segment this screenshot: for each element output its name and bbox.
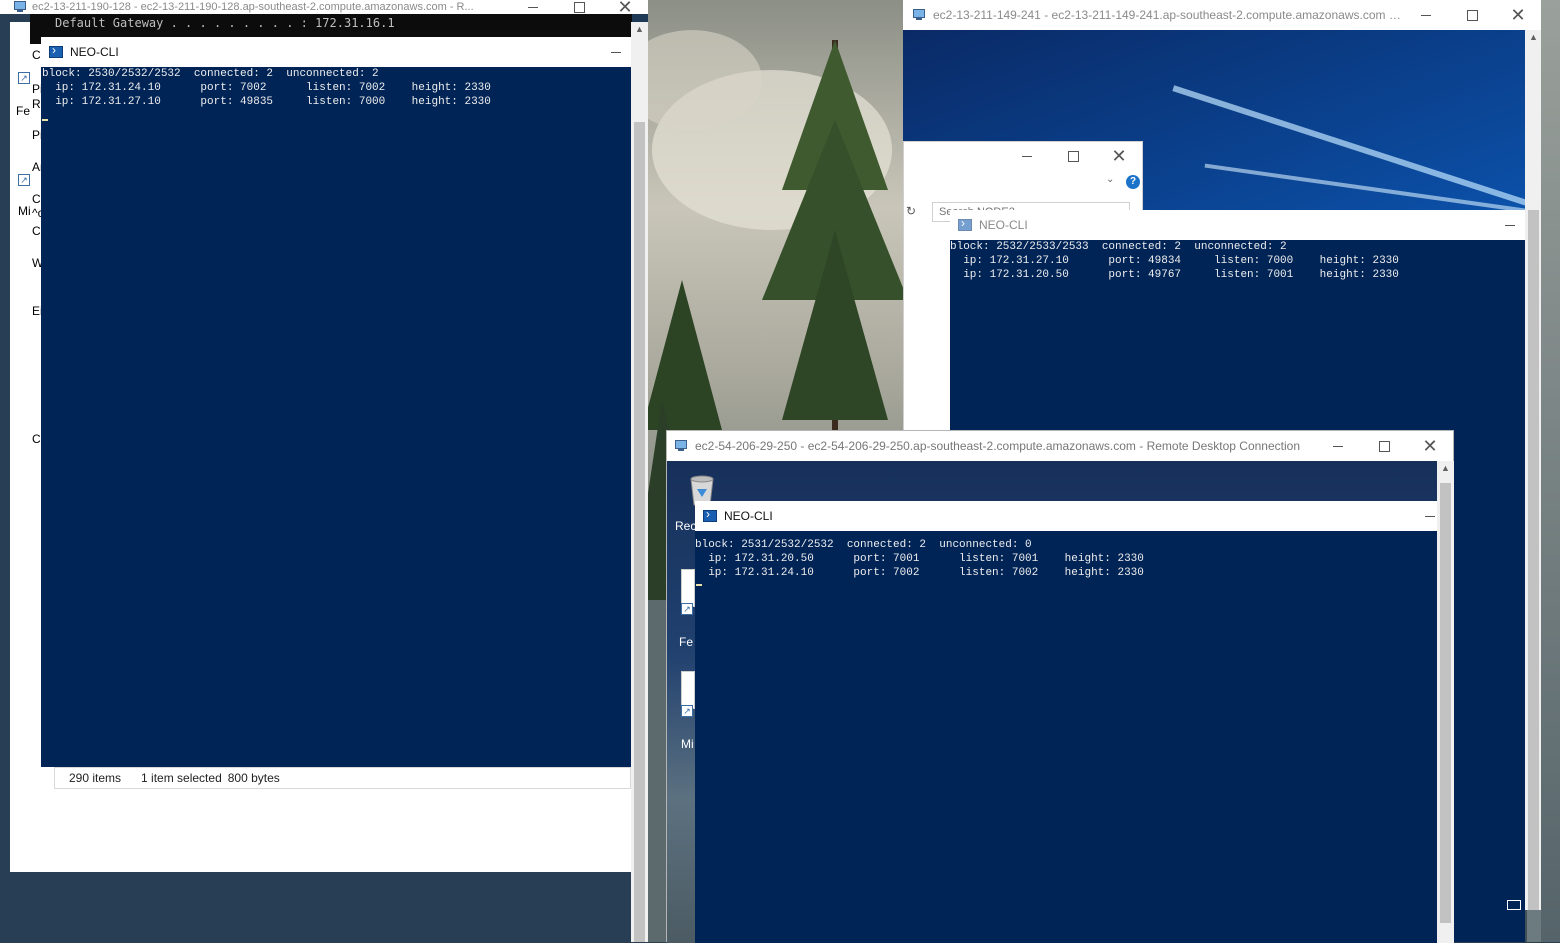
- close-icon[interactable]: ✕: [602, 0, 648, 14]
- neo-cli-window-left[interactable]: NEO-CLI block: 2530/2532/2532 connected:…: [41, 37, 631, 767]
- partial-label: Mi: [18, 204, 31, 218]
- rdp-bottom-title: ec2-54-206-29-250 - ec2-54-206-29-250.ap…: [695, 439, 1300, 453]
- status-item-count: 290 items: [69, 771, 122, 785]
- neo-cli-title-bar[interactable]: NEO-CLI: [950, 210, 1525, 240]
- powershell-icon: [958, 216, 972, 231]
- console-line: block: 2531/2532/2532 connected: 2 uncon…: [695, 539, 1032, 551]
- rdp-left-title-bar[interactable]: ec2-13-211-190-128 - ec2-13-211-190-128.…: [0, 0, 648, 14]
- desktop-label: Fe: [679, 635, 694, 649]
- console-line: ip: 172.31.24.10 port: 7002 listen: 7002…: [695, 567, 1144, 579]
- scroll-up-arrow[interactable]: ▲: [1525, 32, 1542, 42]
- maximize-icon[interactable]: [1449, 0, 1495, 30]
- rdp-bottom-title-bar[interactable]: ec2-54-206-29-250 - ec2-54-206-29-250.ap…: [667, 431, 1453, 461]
- scroll-thumb[interactable]: [634, 122, 645, 942]
- outer-desktop-edge: [1541, 0, 1560, 942]
- console-line: ip: 172.31.20.50 port: 7001 listen: 7001…: [695, 553, 1144, 565]
- minimize-icon[interactable]: [601, 37, 631, 67]
- neo-cli-title: NEO-CLI: [724, 509, 773, 523]
- minimize-icon[interactable]: [1315, 431, 1361, 461]
- shortcut-arrow-icon: ↗: [18, 72, 30, 84]
- rdp-left-scrollbar[interactable]: ▲: [631, 22, 648, 942]
- shortcut-arrow-icon: ↗: [681, 603, 693, 615]
- rdp-window-bottom[interactable]: ec2-54-206-29-250 - ec2-54-206-29-250.ap…: [666, 430, 1454, 943]
- powershell-icon: [703, 507, 717, 522]
- rdp-left-title: ec2-13-211-190-128 - ec2-13-211-190-128.…: [32, 1, 474, 13]
- close-icon[interactable]: ✕: [1495, 0, 1541, 30]
- scroll-up-arrow[interactable]: ▲: [1437, 463, 1454, 473]
- minimize-icon[interactable]: [1403, 0, 1449, 30]
- maximize-icon[interactable]: [1361, 431, 1407, 461]
- desktop-file-icon[interactable]: [681, 671, 695, 709]
- desktop-file-icon[interactable]: [681, 569, 695, 607]
- console-cursor: [42, 119, 48, 121]
- help-icon[interactable]: ?: [1126, 175, 1140, 189]
- explorer-status-bar: 290 items 1 item selected 800 bytes: [54, 767, 631, 789]
- refresh-icon[interactable]: ↻: [906, 204, 916, 218]
- partial-label: C: [32, 432, 41, 446]
- console-cursor: [696, 584, 702, 586]
- scroll-thumb[interactable]: [1440, 483, 1451, 923]
- minimize-icon[interactable]: [1004, 142, 1050, 170]
- chevron-down-icon[interactable]: ⌄: [1106, 174, 1114, 185]
- console-line: ip: 172.31.27.10 port: 49835 listen: 700…: [42, 96, 491, 108]
- cmd-gateway-line: Default Gateway . . . . . . . . . : 172.…: [55, 16, 395, 30]
- partial-label: C: [32, 48, 41, 62]
- rdp-bottom-scrollbar[interactable]: ▲: [1437, 461, 1454, 943]
- network-icon: [1507, 900, 1521, 910]
- scroll-thumb[interactable]: [1528, 210, 1539, 910]
- maximize-icon[interactable]: [1050, 142, 1096, 170]
- console-line: ip: 172.31.27.10 port: 49834 listen: 700…: [950, 255, 1399, 267]
- minimize-icon[interactable]: [1423, 501, 1437, 531]
- neo-cli-title: NEO-CLI: [70, 45, 119, 59]
- minimize-icon[interactable]: [510, 0, 556, 14]
- rdp-right-title-bar[interactable]: ec2-13-211-149-241 - ec2-13-211-149-241.…: [903, 0, 1541, 30]
- rdp-icon: [14, 1, 28, 13]
- desktop-label: Rec: [675, 519, 697, 533]
- rdp-window-left[interactable]: ec2-13-211-190-128 - ec2-13-211-190-128.…: [0, 0, 648, 942]
- powershell-icon: [49, 43, 63, 58]
- partial-label: Fe: [16, 104, 31, 118]
- rdp-right-title: ec2-13-211-149-241 - ec2-13-211-149-241.…: [933, 8, 1403, 22]
- close-icon[interactable]: ✕: [1407, 431, 1453, 461]
- neo-cli-title: NEO-CLI: [979, 218, 1028, 232]
- console-line: ip: 172.31.24.10 port: 7002 listen: 7002…: [42, 82, 491, 94]
- status-size: 800 bytes: [227, 771, 280, 785]
- neo-cli-window-bottom[interactable]: NEO-CLI block: 2531/2532/2532 connected:…: [695, 501, 1437, 943]
- rdp-right-scrollbar[interactable]: ▲: [1525, 30, 1542, 910]
- partial-label: C: [32, 224, 41, 238]
- maximize-icon[interactable]: [556, 0, 602, 14]
- console-line: block: 2530/2532/2532 connected: 2 uncon…: [42, 68, 379, 80]
- neo-cli-title-bar[interactable]: NEO-CLI: [695, 501, 1437, 531]
- console-line: block: 2532/2533/2533 connected: 2 uncon…: [950, 241, 1287, 253]
- neo-cli-title-bar[interactable]: NEO-CLI: [41, 37, 631, 67]
- status-selected: 1 item selected: [141, 771, 222, 785]
- console-line: ip: 172.31.20.50 port: 49767 listen: 700…: [950, 269, 1399, 281]
- close-icon[interactable]: ✕: [1096, 142, 1142, 170]
- minimize-icon[interactable]: [1495, 210, 1525, 240]
- rdp-icon: [675, 440, 689, 452]
- scroll-up-arrow[interactable]: ▲: [631, 24, 648, 34]
- rdp-icon: [913, 9, 927, 21]
- shortcut-arrow-icon: ↗: [681, 705, 693, 717]
- shortcut-arrow-icon: ↗: [18, 174, 30, 186]
- desktop-label: Mi: [681, 737, 694, 751]
